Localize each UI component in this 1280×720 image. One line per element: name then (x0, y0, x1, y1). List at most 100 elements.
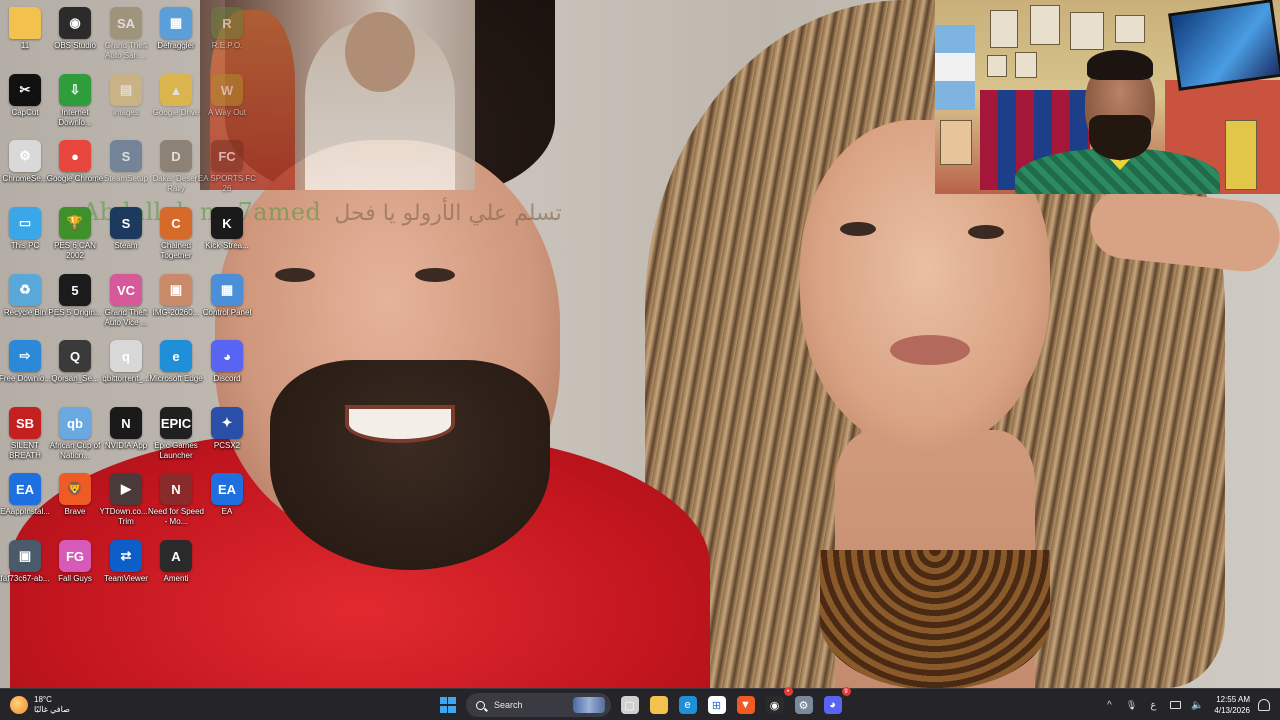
weather-sun-icon (10, 696, 28, 714)
amenti-icon: A (160, 540, 192, 572)
desktop-icon[interactable]: C Chained Together (148, 204, 204, 266)
desktop-icon[interactable]: ▣ faf73c67-ab... (0, 537, 53, 599)
desktop-icon[interactable]: A Amenti (148, 537, 204, 599)
streamer (1015, 50, 1220, 194)
taskbar-app-obs[interactable]: ◉ • (761, 687, 793, 719)
ea-icon: EA (211, 473, 243, 505)
clock-date: 4/13/2026 (1214, 706, 1250, 715)
desktop-icon[interactable]: W A Way Out (199, 71, 255, 133)
desktop-icon-label: Control Panel (202, 308, 252, 317)
desktop-icon[interactable]: ⇨ Free Downlo... (0, 337, 53, 399)
gta-san-andreas-icon: SA (110, 7, 142, 39)
taskbar-app-settings[interactable]: ⚙ (790, 691, 818, 719)
taskbar: 18°C صافي غالبًا Search ▢ e ⊞ ▼ ◉ • ⚙ ◕ 9 ^ 🎙 ع … (0, 687, 1280, 720)
desktop-icon[interactable]: R R.E.P.O. (199, 4, 255, 66)
desktop-icon-label: EA (221, 507, 233, 516)
pcsx2-icon: ✦ (211, 407, 243, 439)
weather-widget[interactable]: 18°C صافي غالبًا (10, 692, 100, 718)
desktop-icon[interactable]: 🦁 Brave (47, 470, 103, 532)
desktop-icon[interactable]: qb African Cup of Nation... (47, 404, 103, 466)
desktop-icon-label: Discord (213, 374, 241, 383)
desktop-icon[interactable]: ◉ OBS Studio (47, 4, 103, 66)
desktop-icon[interactable]: VC Grand Theft Auto Vice ... (98, 271, 154, 333)
kick-icon: K (211, 207, 243, 239)
notification-badge: • (783, 687, 793, 696)
task-view-icon: ▢ (620, 696, 639, 714)
volume-icon[interactable]: 🔈 (1186, 689, 1208, 720)
desktop-icon[interactable]: SA Grand Theft Auto San ... (98, 4, 154, 66)
qbittorrent-icon: qb (59, 407, 91, 439)
image-file-icon: ▣ (9, 540, 41, 572)
desktop-icon[interactable]: FG Fall Guys (47, 537, 103, 599)
desktop-icon[interactable]: EA EA (199, 470, 255, 532)
pes6-icon: 🏆 (59, 207, 91, 239)
webcam-overlay (935, 0, 1280, 194)
discord-icon: ◕ (823, 696, 842, 714)
steam-setup-icon: S (110, 140, 142, 172)
defraggler-icon: ▦ (160, 7, 192, 39)
desktop-icon[interactable]: ▤ images (98, 71, 154, 133)
desktop-icon[interactable]: D Dakar Desert Rally (148, 137, 204, 199)
taskbar-app-task-view[interactable]: ▢ (616, 691, 644, 719)
desktop-icon[interactable]: K Kick-Strea... (199, 204, 255, 266)
desktop-icon[interactable]: EA EAappInstal... (0, 470, 53, 532)
internet-download-manager-icon: ⇩ (59, 74, 91, 106)
desktop-icon-label: R.E.P.O. (211, 41, 243, 50)
desktop-icon[interactable]: ⇩ Internet Downlo... (47, 71, 103, 133)
video-file-icon: ▶ (110, 473, 142, 505)
desktop-icon[interactable]: ▣ IMG-20260... (148, 271, 204, 333)
brave-icon: ▼ (736, 696, 755, 714)
microphone-icon[interactable]: 🎙 (1120, 689, 1142, 720)
obs-icon: ◉ (765, 696, 784, 714)
input-language[interactable]: ع (1142, 689, 1164, 720)
edge-icon: e (678, 696, 697, 714)
taskbar-app-microsoft-store[interactable]: ⊞ (703, 691, 731, 719)
search-highlight-image (573, 697, 605, 713)
desktop-icon[interactable]: Q Qorsan_Se... (47, 337, 103, 399)
chrome-setup-icon: ⚙ (9, 140, 41, 172)
epic-games-icon: EPIC (160, 407, 192, 439)
repo-game-icon: R (211, 7, 243, 39)
teamviewer-icon: ⇄ (110, 540, 142, 572)
clock[interactable]: 12:55 AM 4/13/2026 (1214, 694, 1250, 716)
taskbar-app-discord[interactable]: ◕ 9 (819, 687, 851, 719)
system-tray: ^ 🎙 ع 🔈 12:55 AM 4/13/2026 (1098, 689, 1280, 720)
desktop-icon[interactable]: ▲ Google Drive (148, 71, 204, 133)
file-explorer-icon (649, 696, 668, 714)
desktop-icon[interactable]: EPIC Epic Games Launcher (148, 404, 204, 466)
taskbar-app-brave[interactable]: ▼ (732, 691, 760, 719)
desktop-icon[interactable]: ♻ Recycle Bin (0, 271, 53, 333)
desktop-icon[interactable]: e Microsoft Edge (148, 337, 204, 399)
fall-guys-icon: FG (59, 540, 91, 572)
brave-icon: 🦁 (59, 473, 91, 505)
network-icon[interactable] (1164, 689, 1186, 720)
desktop-icon[interactable]: ✦ PCSX2 (199, 404, 255, 466)
desktop-icon[interactable]: N Need for Speed - Mo... (148, 470, 204, 532)
desktop-icon[interactable]: ▦ Control Panel (199, 271, 255, 333)
taskbar-search[interactable]: Search (466, 693, 611, 717)
taskbar-app-file-explorer[interactable] (645, 691, 673, 719)
nvidia-icon: N (110, 407, 142, 439)
desktop-icon-label: Amenti (163, 574, 189, 583)
ea-fc26-icon: FC (211, 140, 243, 172)
desktop-icon[interactable]: ⚙ ChromeSe... (0, 137, 53, 199)
start-button[interactable] (434, 691, 462, 719)
desktop-icon-grid: 11 ◉ OBS Studio SA Grand Theft Auto San ... ▦… (0, 0, 260, 688)
windows-logo-icon (439, 697, 456, 713)
desktop-icon[interactable]: ● Google Chrome (47, 137, 103, 199)
desktop-icon[interactable]: ◕ Discord (199, 337, 255, 399)
desktop-icon[interactable]: ⇄ TeamViewer (98, 537, 154, 599)
notification-bell-icon[interactable] (1258, 699, 1270, 711)
desktop-icon[interactable]: FC EA SPORTS FC 26 (198, 137, 256, 199)
desktop-icon[interactable]: 5 PES 5 Origin... (47, 271, 103, 333)
taskbar-app-edge[interactable]: e (674, 691, 702, 719)
desktop-icon[interactable]: 🏆 PES 6 CAN 2002 (47, 204, 103, 266)
qbittorrent-setup-icon: q (110, 340, 142, 372)
image-file-icon: ▣ (160, 274, 192, 306)
desktop-icon[interactable]: q qbittorrent_... (98, 337, 154, 399)
tray-overflow-chevron-icon[interactable]: ^ (1098, 689, 1120, 720)
pinned-apps: ▢ e ⊞ ▼ ◉ • ⚙ ◕ 9 (615, 687, 851, 719)
free-download-manager-icon: ⇨ (9, 340, 41, 372)
desktop-icon[interactable]: 11 (0, 4, 53, 66)
desktop-icon[interactable]: ▦ Defraggler (148, 4, 204, 66)
